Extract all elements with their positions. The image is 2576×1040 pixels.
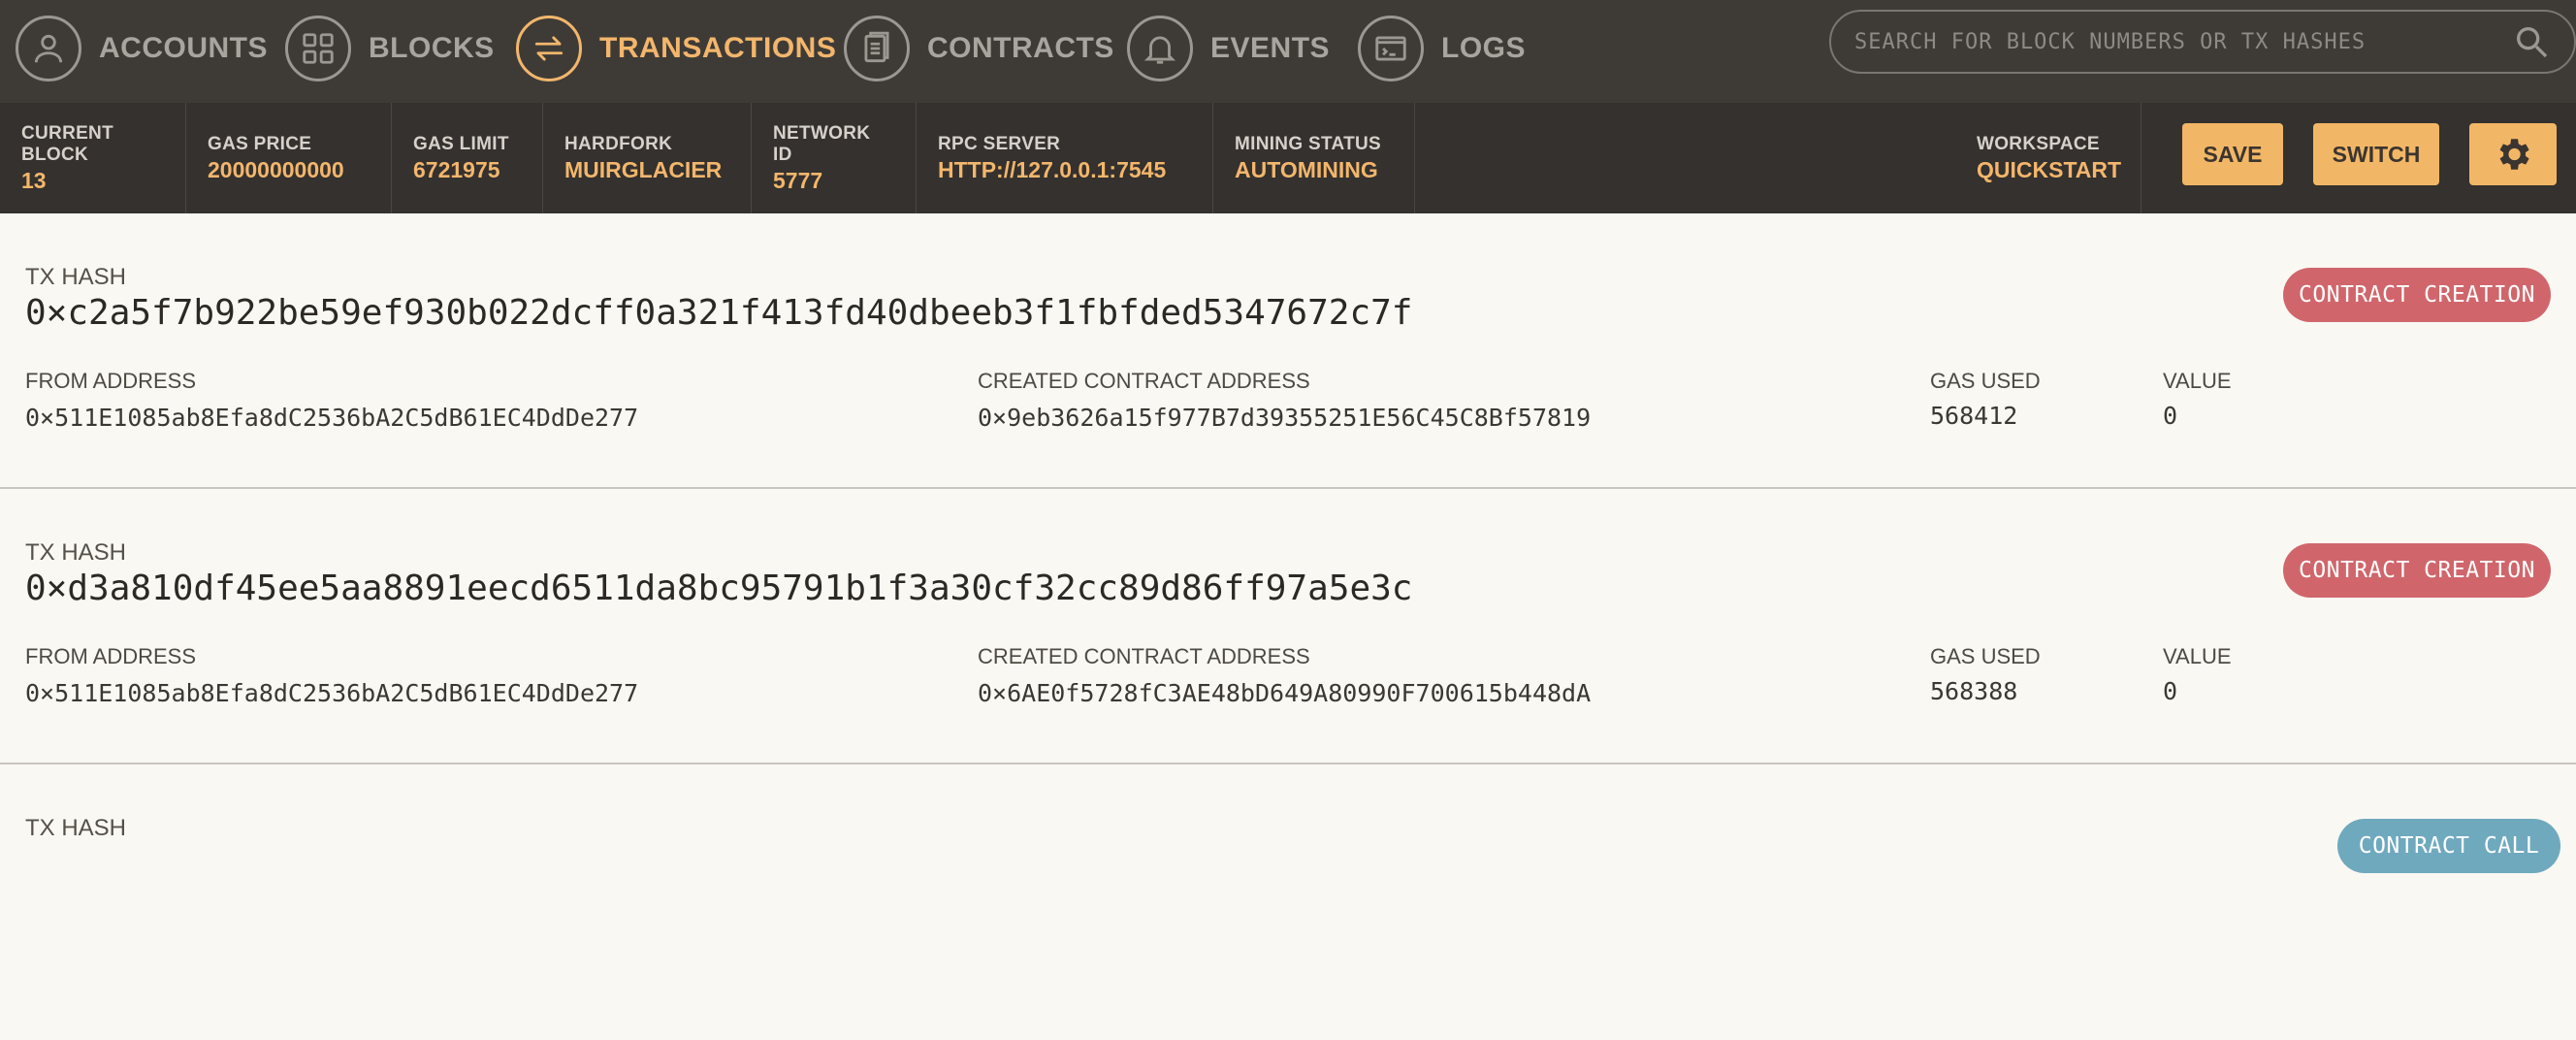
from-address-label: FROM ADDRESS	[25, 644, 197, 668]
value-label: VALUE	[2163, 369, 2232, 393]
search-input[interactable]	[1831, 28, 2512, 55]
contract-creation-badge: CONTRACT CREATION	[2283, 268, 2551, 322]
tx-row[interactable]: TX HASH 0×c2a5f7b922be59ef930b022dcff0a3…	[0, 213, 2576, 489]
current-block-value: 13	[21, 167, 47, 193]
gas-used-label: GAS USED	[1930, 369, 2041, 393]
workspace: WORKSPACE QUICKSTART	[1955, 103, 2141, 213]
network-id: NETWORK ID 5777	[752, 103, 917, 213]
from-address: 0×511E1085ab8Efa8dC2536bA2C5dB61EC4DdDe2…	[25, 679, 639, 707]
gas-price-label: GAS PRICE	[208, 133, 312, 154]
hardfork-label: HARDFORK	[564, 133, 673, 154]
value-label: VALUE	[2163, 644, 2232, 668]
nav-label: CONTRACTS	[927, 32, 1114, 64]
tx-row[interactable]: TX HASH CONTRACT CALL	[0, 764, 2576, 1040]
gas-limit-value: 6721975	[413, 156, 500, 182]
gas-limit: GAS LIMIT 6721975	[392, 103, 543, 213]
nav-transactions[interactable]: TRANSACTIONS	[516, 8, 836, 89]
gas-price: GAS PRICE 20000000000	[186, 103, 392, 213]
rpc-server-label: RPC SERVER	[938, 133, 1061, 154]
save-button[interactable]: SAVE	[2182, 123, 2283, 185]
from-address-label: FROM ADDRESS	[25, 369, 197, 393]
tx-hash: 0×c2a5f7b922be59ef930b022dcff0a321f413fd…	[25, 293, 1413, 333]
rpc-server-value: HTTP://127.0.0.1:7545	[938, 156, 1167, 182]
tx-hash: 0×d3a810df45ee5aa8891eecd6511da8bc95791b…	[25, 569, 1413, 608]
network-id-label: NETWORK ID	[773, 122, 871, 165]
mining-status-value: AUTOMINING	[1235, 156, 1378, 182]
hardfork: HARDFORK MUIRGLACIER	[543, 103, 752, 213]
created-contract-address: 0×6AE0f5728fC3AE48bD649A80990F700615b448…	[978, 679, 1592, 707]
tx-hash-label: TX HASH	[25, 264, 127, 290]
nav-label: BLOCKS	[369, 32, 495, 64]
transactions-icon	[516, 16, 582, 81]
document-icon	[844, 16, 910, 81]
workspace-value: QUICKSTART	[1977, 156, 2122, 182]
from-address: 0×511E1085ab8Efa8dC2536bA2C5dB61EC4DdDe2…	[25, 404, 639, 432]
settings-button[interactable]	[2469, 123, 2557, 185]
gas-used-value: 568388	[1930, 677, 2018, 705]
nav-label: TRANSACTIONS	[599, 32, 837, 64]
tx-hash-label: TX HASH	[25, 539, 127, 566]
gear-icon	[2499, 139, 2529, 170]
current-block-label: CURRENT BLOCK	[21, 122, 113, 165]
gas-limit-label: GAS LIMIT	[413, 133, 509, 154]
status-bar: CURRENT BLOCK 13 GAS PRICE 20000000000 G…	[0, 103, 2576, 213]
nav-accounts[interactable]: ACCOUNTS	[16, 8, 268, 89]
gas-used-label: GAS USED	[1930, 644, 2041, 668]
network-id-value: 5777	[773, 167, 823, 193]
created-contract-label: CREATED CONTRACT ADDRESS	[978, 644, 1310, 668]
rpc-server: RPC SERVER HTTP://127.0.0.1:7545	[917, 103, 1213, 213]
value-amount: 0	[2163, 677, 2178, 705]
workspace-label: WORKSPACE	[1977, 133, 2100, 154]
mining-status: MINING STATUS AUTOMINING	[1213, 103, 1415, 213]
bell-icon	[1127, 16, 1193, 81]
top-nav: ACCOUNTS BLOCKS TRANSACTIONS CONTRACTS E…	[0, 0, 2576, 103]
value-amount: 0	[2163, 402, 2178, 430]
mining-status-label: MINING STATUS	[1235, 133, 1381, 154]
tx-row[interactable]: TX HASH 0×d3a810df45ee5aa8891eecd6511da8…	[0, 489, 2576, 764]
hardfork-value: MUIRGLACIER	[564, 156, 723, 182]
nav-blocks[interactable]: BLOCKS	[285, 8, 495, 89]
created-contract-label: CREATED CONTRACT ADDRESS	[978, 369, 1310, 393]
nav-label: ACCOUNTS	[99, 32, 268, 64]
nav-logs[interactable]: LOGS	[1358, 8, 1526, 89]
gas-price-value: 20000000000	[208, 156, 344, 182]
gas-used-value: 568412	[1930, 402, 2018, 430]
contract-call-badge: CONTRACT CALL	[2337, 819, 2560, 873]
current-block: CURRENT BLOCK 13	[0, 103, 186, 213]
nav-contracts[interactable]: CONTRACTS	[844, 8, 1114, 89]
search-box[interactable]	[1829, 10, 2576, 74]
contract-creation-badge: CONTRACT CREATION	[2283, 543, 2551, 598]
user-icon	[16, 16, 81, 81]
nav-events[interactable]: EVENTS	[1127, 8, 1330, 89]
tx-hash-label: TX HASH	[25, 815, 127, 841]
blocks-icon	[285, 16, 351, 81]
nav-label: EVENTS	[1210, 32, 1331, 64]
nav-label: LOGS	[1441, 32, 1527, 64]
terminal-icon	[1358, 16, 1424, 81]
search-icon[interactable]	[2512, 22, 2551, 61]
switch-button[interactable]: SWITCH	[2313, 123, 2439, 185]
created-contract-address: 0×9eb3626a15f977B7d39355251E56C45C8Bf578…	[978, 404, 1592, 432]
